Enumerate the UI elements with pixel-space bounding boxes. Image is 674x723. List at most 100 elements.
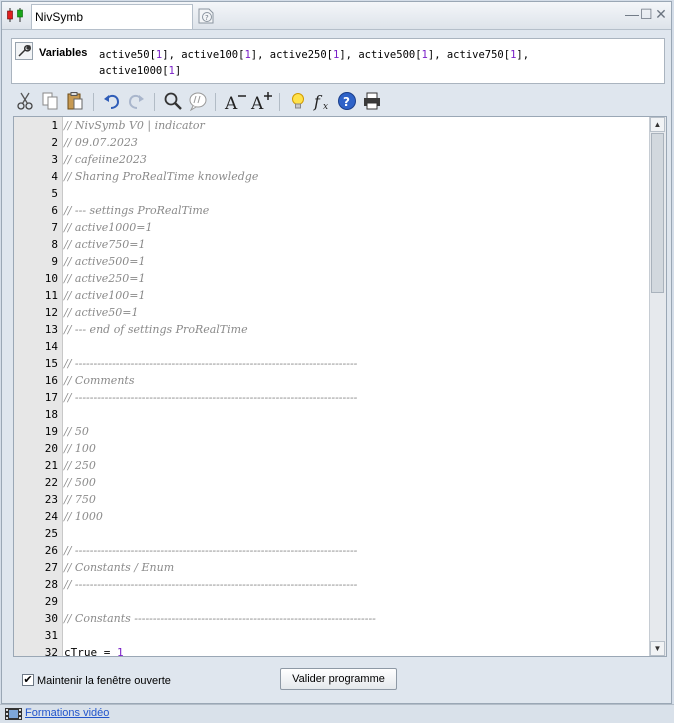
code-text: // -------------------------------------… [64,544,358,557]
code-editor[interactable]: 1 2 3 4 5 6 7 8 9 10 11 12 13 14 15 16 17 18 19 20 21 22 23 24 2… [13,116,667,657]
minimize-button[interactable]: — [625,6,639,22]
code-text: // Constants / Enum [64,561,175,574]
code-line[interactable]: // -------------------------------------… [64,391,644,404]
code-text: // -------------------------------------… [64,357,358,370]
help-document-icon[interactable]: ? [197,8,215,24]
code-line[interactable]: // active250=1 [64,272,644,285]
code-text: // --- settings ProRealTime [64,204,210,217]
undo-icon[interactable] [102,91,122,111]
scroll-down-button[interactable]: ▼ [650,641,665,656]
line-number: 22 [44,476,58,489]
code-text: // Comments [64,374,135,387]
code-line[interactable]: // 250 [64,459,644,472]
close-button[interactable]: ✕ [655,7,667,21]
tab-nivsymb[interactable]: NivSymb [31,4,193,29]
code-text: // 750 [64,493,96,506]
code-line[interactable]: // 750 [64,493,644,506]
code-line[interactable]: // --- settings ProRealTime [64,204,644,217]
wrench-icon [18,45,31,57]
maximize-button[interactable]: ☐ [640,7,653,21]
video-training-link[interactable]: Formations vidéo [25,707,109,719]
code-text: // NivSymb V0 | indicator [64,119,205,132]
variable-name: active500 [358,49,416,61]
code-line[interactable]: // --- end of settings ProRealTime [64,323,644,336]
code-text: // -------------------------------------… [64,578,358,591]
code-line[interactable]: // 09.07.2023 [64,136,644,149]
code-line[interactable]: // active50=1 [64,306,644,319]
code-text: // active750=1 [64,238,146,251]
help-icon[interactable]: ? [337,91,357,111]
code-line[interactable]: // Constants / Enum [64,561,644,574]
code-line[interactable]: // active750=1 [64,238,644,251]
code-line[interactable]: // 100 [64,442,644,455]
code-line[interactable]: // cafeiine2023 [64,153,644,166]
code-line[interactable]: // 50 [64,425,644,438]
line-number: 9 [51,255,58,268]
redo-icon[interactable] [126,91,146,111]
decrease-font-icon[interactable]: A [224,91,248,111]
svg-text:A: A [224,94,238,111]
variable-item[interactable]: active100[1] [181,49,257,61]
code-line[interactable]: // Constants ---------------------------… [64,612,644,625]
code-line[interactable]: // active500=1 [64,255,644,268]
line-number: 28 [44,578,58,591]
line-number: 2 [51,136,58,149]
comment-icon[interactable] [188,91,208,111]
scroll-thumb[interactable] [651,133,664,293]
keep-open-label[interactable]: Maintenir la fenêtre ouverte [37,675,171,687]
code-line[interactable]: // -------------------------------------… [64,578,644,591]
variable-item[interactable]: active50[1] [99,49,169,61]
line-number: 4 [51,170,58,183]
variable-name: active1000 [99,65,163,77]
variable-item[interactable]: active500[1] [358,49,434,61]
title-bar: NivSymb ? — ☐ ✕ [2,2,671,30]
code-text: // Sharing ProRealTime knowledge [64,170,259,183]
code-text: // 09.07.2023 [64,136,138,149]
code-text: // active500=1 [64,255,146,268]
footer: ✔ Maintenir la fenêtre ouverte Valider p… [11,660,665,698]
line-number: 11 [44,289,58,302]
variables-label: Variables [39,47,88,59]
print-icon[interactable] [362,91,382,111]
scroll-down-icon: ▼ [653,644,662,653]
code-line[interactable]: // NivSymb V0 | indicator [64,119,644,132]
code-text: // active50=1 [64,306,139,319]
code-line[interactable]: // -------------------------------------… [64,544,644,557]
variable-item[interactable]: active1000[1] [99,65,181,77]
line-number: 27 [44,561,58,574]
code-text: cTrue = [64,646,117,657]
variable-name: active250 [269,49,327,61]
code-line[interactable]: // Comments [64,374,644,387]
variables-settings-button[interactable] [15,42,33,60]
paste-icon[interactable] [65,91,85,111]
variable-item[interactable]: active750[1] [447,49,523,61]
line-number: 30 [44,612,58,625]
vertical-scrollbar[interactable]: ▲ ▼ [649,117,666,656]
code-line[interactable]: // Sharing ProRealTime knowledge [64,170,644,183]
validate-program-button[interactable]: Valider programme [280,668,397,690]
search-icon[interactable] [163,91,183,111]
toolbar-separator [154,93,155,111]
scroll-up-button[interactable]: ▲ [650,117,665,132]
function-icon[interactable]: f x [313,91,333,111]
cut-icon[interactable] [15,91,35,111]
code-line[interactable]: // active100=1 [64,289,644,302]
code-line[interactable]: // active1000=1 [64,221,644,234]
code-line[interactable]: // 500 [64,476,644,489]
variable-item[interactable]: active250[1] [270,49,346,61]
line-number: 8 [51,238,58,251]
minimize-icon: — [625,6,639,22]
code-line[interactable]: // 1000 [64,510,644,523]
line-number: 5 [51,187,58,200]
lightbulb-icon[interactable] [288,91,308,111]
code-line[interactable]: cTrue = 1 [64,646,644,657]
code-line[interactable]: // -------------------------------------… [64,357,644,370]
variables-list[interactable]: active50[1], active100[1], active250[1],… [99,47,619,79]
increase-font-icon[interactable]: A [250,91,274,111]
line-number: 14 [44,340,58,353]
copy-icon[interactable] [40,91,60,111]
line-number: 7 [51,221,58,234]
keep-open-checkbox[interactable]: ✔ [22,674,34,686]
line-number: 20 [44,442,58,455]
toolbar-separator [93,93,94,111]
